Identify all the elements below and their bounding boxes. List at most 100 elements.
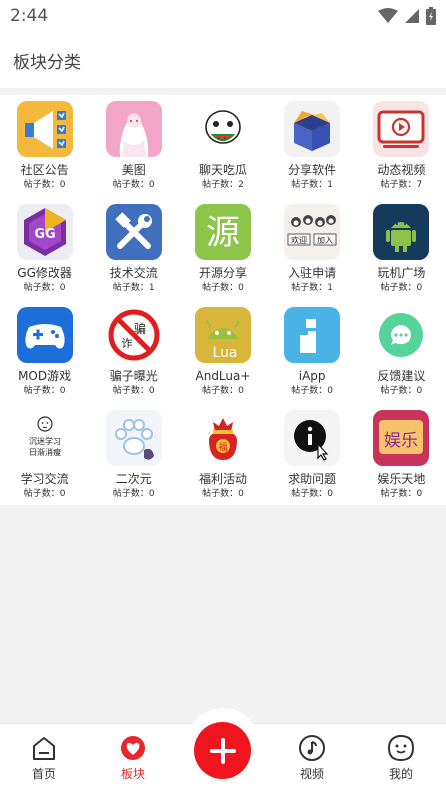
board-item[interactable]: GG GG修改器 帖子数：0 — [0, 204, 89, 307]
gamepad-icon — [16, 307, 73, 363]
board-name: 骗子曝光 — [109, 369, 158, 383]
meme-text: 日渐消瘦 — [29, 447, 61, 457]
board-item[interactable]: 社区公告 帖子数：0 — [0, 101, 89, 204]
board-post-count: 帖子数：7 — [380, 180, 423, 190]
signal-icon — [405, 9, 419, 23]
board-name: 玩机广场 — [377, 266, 426, 280]
smile-bubble-icon — [387, 735, 415, 762]
andlua-icon: Lua — [194, 307, 251, 363]
board-post-count: 帖子数：0 — [112, 180, 155, 190]
app-bar: 板块分类 — [0, 32, 446, 88]
board-name: iApp — [298, 369, 326, 383]
board-post-count: 帖子数：0 — [202, 386, 244, 396]
board-item[interactable]: 骗诈 骗子曝光 帖子数：0 — [89, 307, 178, 410]
board-item[interactable]: 分享软件 帖子数：1 — [268, 101, 357, 204]
iapp-icon — [284, 307, 341, 363]
board-name: MOD游戏 — [18, 369, 72, 383]
tab-home[interactable]: 首页 — [14, 734, 74, 782]
lucky-bag-icon: 福 — [194, 410, 251, 466]
board-item[interactable]: 聊天吃瓜 帖子数：2 — [178, 101, 267, 204]
tools-icon — [105, 204, 162, 260]
plus-icon — [209, 737, 236, 764]
tab-video[interactable]: 视频 — [282, 734, 342, 782]
board-name: 动态视频 — [377, 163, 426, 177]
board-item[interactable]: 动态视频 帖子数：7 — [357, 101, 446, 204]
meme-text: 沉迷学习 — [29, 436, 61, 446]
board-post-count: 帖子数：1 — [291, 180, 334, 190]
entertainment-icon: 娱乐 — [373, 410, 430, 466]
board-item[interactable]: 技术交流 帖子数：1 — [89, 204, 178, 307]
board-item[interactable]: 求助问题 帖子数：0 — [268, 410, 357, 513]
board-item[interactable]: 源 开源分享 帖子数：0 — [178, 204, 267, 307]
board-item[interactable]: 反馈建议 帖子数：0 — [357, 307, 446, 410]
board-item[interactable]: 美图 帖子数：0 — [89, 101, 178, 204]
yuan-character-icon: 源 — [194, 204, 251, 260]
board-name: 聊天吃瓜 — [198, 163, 247, 177]
video-play-icon — [373, 101, 430, 157]
board-post-count: 帖子数：0 — [380, 283, 423, 293]
board-post-count: 帖子数：0 — [202, 489, 244, 499]
board-item[interactable]: Lua AndLua+ 帖子数：0 — [178, 307, 267, 410]
system-icons — [378, 7, 436, 25]
svg-text:诈: 诈 — [121, 337, 132, 350]
board-item[interactable]: 娱乐 娱乐天地 帖子数：0 — [357, 410, 446, 513]
board-item[interactable]: 沉迷学习 日渐消瘦 学习交流 帖子数：0 — [0, 410, 89, 513]
meme-text: 欢迎 — [291, 235, 307, 245]
board-name: 美图 — [121, 163, 146, 177]
meme-text: 加入 — [317, 235, 333, 245]
svg-text:福: 福 — [218, 441, 227, 453]
study-meme-icon: 沉迷学习 日渐消瘦 — [16, 410, 73, 466]
svg-text:Lua: Lua — [212, 345, 237, 361]
board-post-count: 帖子数：1 — [112, 283, 155, 293]
board-post-count: 帖子数：2 — [202, 180, 244, 190]
boards-icon — [121, 736, 145, 760]
android-robot-icon — [373, 204, 430, 260]
board-post-count: 帖子数：0 — [23, 489, 66, 499]
board-name: AndLua+ — [195, 369, 251, 383]
tab-boards[interactable]: 板块 — [103, 734, 163, 782]
board-name: 技术交流 — [109, 266, 158, 280]
board-post-count: 帖子数：0 — [202, 283, 244, 293]
board-post-count: 帖子数：1 — [291, 283, 334, 293]
page-title: 板块分类 — [13, 52, 81, 73]
svg-text:GG: GG — [34, 227, 55, 242]
no-scam-icon: 骗诈 — [105, 307, 162, 363]
board-name: 反馈建议 — [377, 369, 426, 383]
meme-text: 骗 — [134, 321, 146, 336]
board-post-count: 帖子数：0 — [291, 489, 334, 499]
board-name: 分享软件 — [288, 163, 337, 177]
board-name: 入驻申请 — [288, 266, 337, 280]
board-name: 福利活动 — [198, 472, 247, 486]
board-name: 娱乐天地 — [377, 472, 426, 486]
tab-home-label: 首页 — [31, 767, 56, 781]
tab-mine[interactable]: 我的 — [371, 734, 431, 782]
board-name: 二次元 — [115, 472, 152, 486]
gg-hexagon-icon: GG — [16, 204, 73, 260]
board-item[interactable]: 欢迎 加入 入驻申请 帖子数：1 — [268, 204, 357, 307]
info-cursor-icon — [284, 410, 341, 466]
watermelon-face-icon — [194, 101, 251, 157]
board-item[interactable]: iApp 帖子数：0 — [268, 307, 357, 410]
board-name: 学习交流 — [20, 472, 69, 486]
board-post-count: 帖子数：0 — [112, 489, 155, 499]
board-item[interactable]: MOD游戏 帖子数：0 — [0, 307, 89, 410]
board-post-count: 帖子数：0 — [380, 489, 423, 499]
home-icon — [33, 737, 55, 760]
board-grid: 社区公告 帖子数：0 美图 帖子数：0 聊天吃瓜 帖子数：2 分享软件 帖子数：… — [0, 95, 446, 513]
megaphone-icon — [16, 101, 73, 157]
board-post-count: 帖子数：0 — [23, 386, 66, 396]
board-item[interactable]: 玩机广场 帖子数：0 — [357, 204, 446, 307]
board-post-count: 帖子数：0 — [291, 386, 334, 396]
status-time: 2:44 — [10, 6, 49, 26]
add-post-button[interactable] — [194, 722, 251, 779]
board-name: GG修改器 — [17, 266, 72, 280]
board-name: 社区公告 — [20, 163, 69, 177]
status-bar: 2:44 — [0, 0, 446, 32]
wifi-icon — [378, 8, 398, 23]
board-name: 求助问题 — [288, 472, 337, 486]
board-item[interactable]: 二次元 帖子数：0 — [89, 410, 178, 513]
svg-text:源: 源 — [206, 213, 240, 253]
board-post-count: 帖子数：0 — [380, 386, 423, 396]
tab-video-label: 视频 — [299, 767, 324, 781]
board-item[interactable]: 福 福利活动 帖子数：0 — [178, 410, 267, 513]
